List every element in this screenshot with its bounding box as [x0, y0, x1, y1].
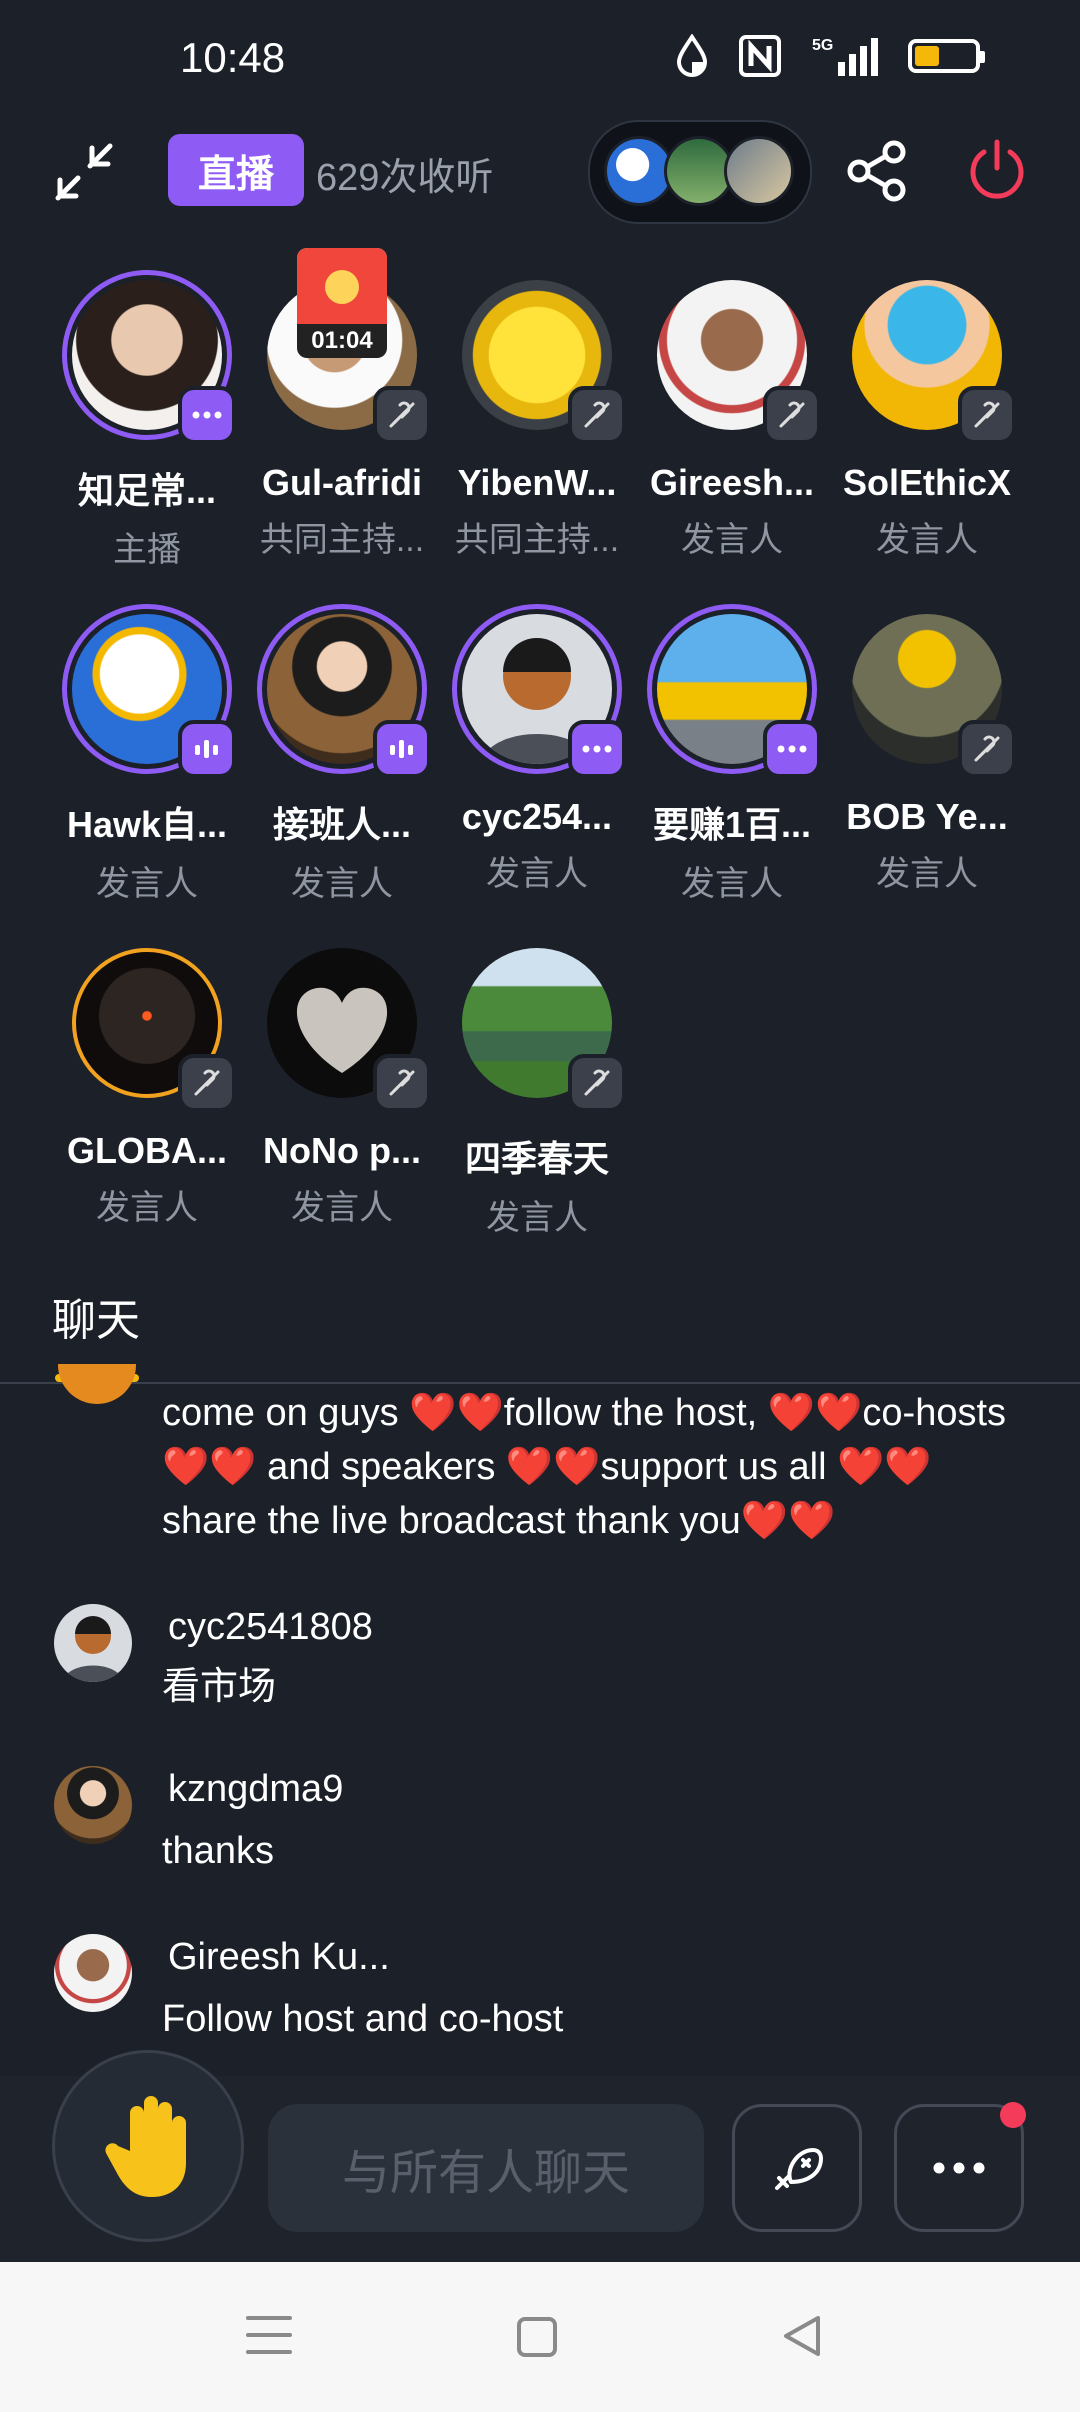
battery-icon: [908, 39, 985, 73]
participant-role: 主播: [113, 531, 181, 569]
mic-muted-icon: [373, 1054, 431, 1112]
more-icon[interactable]: [568, 720, 626, 778]
participant-card[interactable]: SolEthicX 发言人: [832, 270, 1022, 561]
divider: [0, 1382, 1080, 1384]
participant-name: 四季春天: [464, 1138, 609, 1179]
mic-muted-icon: [178, 1054, 236, 1112]
red-packet-timer[interactable]: 01:04: [297, 248, 387, 358]
participant-name: SolEthicX: [842, 462, 1012, 503]
chat-input[interactable]: 与所有人聊天: [268, 2104, 704, 2232]
participant-card[interactable]: NoNo p... 发言人: [247, 938, 437, 1229]
participant-name: 接班人...: [272, 804, 411, 845]
participant-role: 发言人: [291, 865, 393, 903]
mic-muted-icon: [373, 386, 431, 444]
chat-avatar: [54, 1604, 132, 1682]
participant-name: NoNo p...: [263, 1130, 421, 1171]
participant-role: 发言人: [96, 865, 198, 903]
chat-avatar: [58, 1364, 136, 1404]
share-icon[interactable]: [846, 140, 908, 202]
participant-name: GLOBA...: [67, 1130, 227, 1171]
mic-muted-icon: [958, 720, 1016, 778]
back-icon[interactable]: [782, 2314, 822, 2358]
emoji-reaction-button[interactable]: [732, 2104, 862, 2232]
more-icon: [933, 2162, 985, 2174]
speaking-icon: [178, 720, 236, 778]
home-icon[interactable]: [516, 2316, 558, 2358]
participant-card[interactable]: 要赚1百... 发言人: [637, 604, 827, 905]
live-badge: 直播: [168, 134, 304, 206]
participant-role: 发言人: [486, 1199, 588, 1237]
minimize-icon[interactable]: [52, 140, 116, 204]
leave-power-icon[interactable]: [966, 138, 1028, 204]
participant-role: 发言人: [681, 521, 783, 559]
notification-dot: [1000, 2102, 1026, 2128]
chat-tab-title[interactable]: 聊天: [52, 1284, 140, 1348]
more-icon[interactable]: [763, 720, 821, 778]
participant-card[interactable]: Hawk自... 发言人: [52, 604, 242, 905]
participant-name: YibenW...: [457, 462, 617, 503]
participant-role: 发言人: [291, 1189, 393, 1227]
participant-card[interactable]: 01:04 Gul-afridi 共同主持...: [247, 248, 437, 561]
more-icon[interactable]: [178, 386, 236, 444]
status-icons: 5G: [674, 34, 985, 78]
chat-username[interactable]: cyc2541808: [168, 1606, 373, 1649]
participant-card[interactable]: cyc254... 发言人: [442, 604, 632, 895]
participant-card[interactable]: Gireesh... 发言人: [637, 270, 827, 561]
nfc-icon: [739, 35, 781, 77]
mic-muted-icon: [763, 386, 821, 444]
chat-message-text: come on guys ❤️❤️follow the host, ❤️❤️co…: [162, 1392, 1007, 1542]
participant-card[interactable]: BOB Ye... 发言人: [832, 604, 1022, 895]
participant-name: 知足常...: [77, 470, 216, 511]
red-packet-icon: [297, 248, 387, 326]
participant-card[interactable]: 知足常... 主播: [52, 270, 242, 571]
chat-username[interactable]: kzngdma9: [168, 1768, 343, 1811]
menu-icon[interactable]: [246, 2314, 292, 2356]
participant-role: 共同主持...: [259, 521, 425, 559]
participant-name: BOB Ye...: [846, 796, 1008, 837]
quick-reaction-icon: [775, 2148, 823, 2190]
chat-message-text: 看市场: [162, 1666, 277, 1708]
chat-avatar: [54, 1934, 132, 2012]
mic-muted-icon: [568, 386, 626, 444]
participant-name: Gireesh...: [649, 462, 815, 503]
participant-card[interactable]: GLOBA... 发言人: [52, 938, 242, 1229]
speaking-icon: [373, 720, 431, 778]
listen-count: 629次收听: [316, 157, 494, 199]
chat-username[interactable]: Gireesh Ku...: [168, 1936, 390, 1979]
participant-card[interactable]: YibenW... 共同主持...: [442, 270, 632, 561]
participant-name: Gul-afridi: [262, 462, 422, 503]
listener-avatar: [724, 136, 794, 206]
participant-role: 发言人: [486, 855, 588, 893]
participant-card[interactable]: 接班人... 发言人: [247, 604, 437, 905]
mic-muted-icon: [568, 1054, 626, 1112]
data-saver-icon: [676, 34, 708, 77]
participant-role: 发言人: [681, 865, 783, 903]
participant-name: 要赚1百...: [652, 804, 812, 845]
participant-role: 发言人: [96, 1189, 198, 1227]
chat-avatar: [54, 1766, 132, 1844]
chat-message-text: thanks: [162, 1830, 274, 1872]
listeners-avatars-button[interactable]: [588, 120, 812, 224]
svg-text:5G: 5G: [812, 37, 833, 54]
participant-role: 发言人: [876, 855, 978, 893]
participant-card[interactable]: 四季春天 发言人: [442, 938, 632, 1239]
participant-name: Hawk自...: [66, 804, 228, 845]
raise-hand-button[interactable]: [52, 2050, 244, 2242]
participant-role: 共同主持...: [454, 521, 620, 559]
raise-hand-icon: [105, 2096, 186, 2197]
mic-muted-icon: [958, 386, 1016, 444]
timer-text: 01:04: [297, 324, 387, 358]
signal-5g-icon: 5G: [812, 37, 878, 76]
status-time: 10:48: [180, 34, 286, 81]
participant-role: 发言人: [876, 521, 978, 559]
chat-message-text: Follow host and co-host: [162, 1998, 564, 2040]
participant-name: cyc254...: [461, 796, 613, 837]
